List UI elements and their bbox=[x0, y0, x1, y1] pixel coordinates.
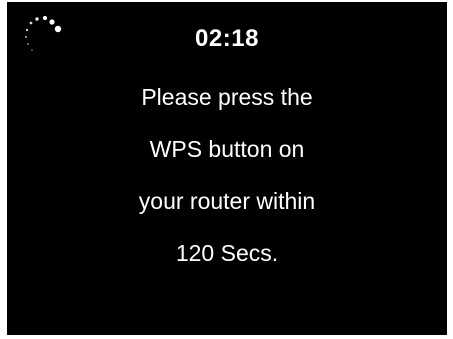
message-line: your router within bbox=[138, 188, 316, 214]
message-line: 120 Secs. bbox=[175, 240, 279, 266]
wps-screen: 02:18 Please press the WPS button on you… bbox=[7, 2, 447, 335]
message-line: Please press the bbox=[141, 84, 313, 110]
countdown-timer: 02:18 bbox=[195, 25, 259, 52]
message-line: WPS button on bbox=[149, 136, 305, 162]
wps-instruction-message: Please press the WPS button on your rout… bbox=[7, 77, 447, 285]
